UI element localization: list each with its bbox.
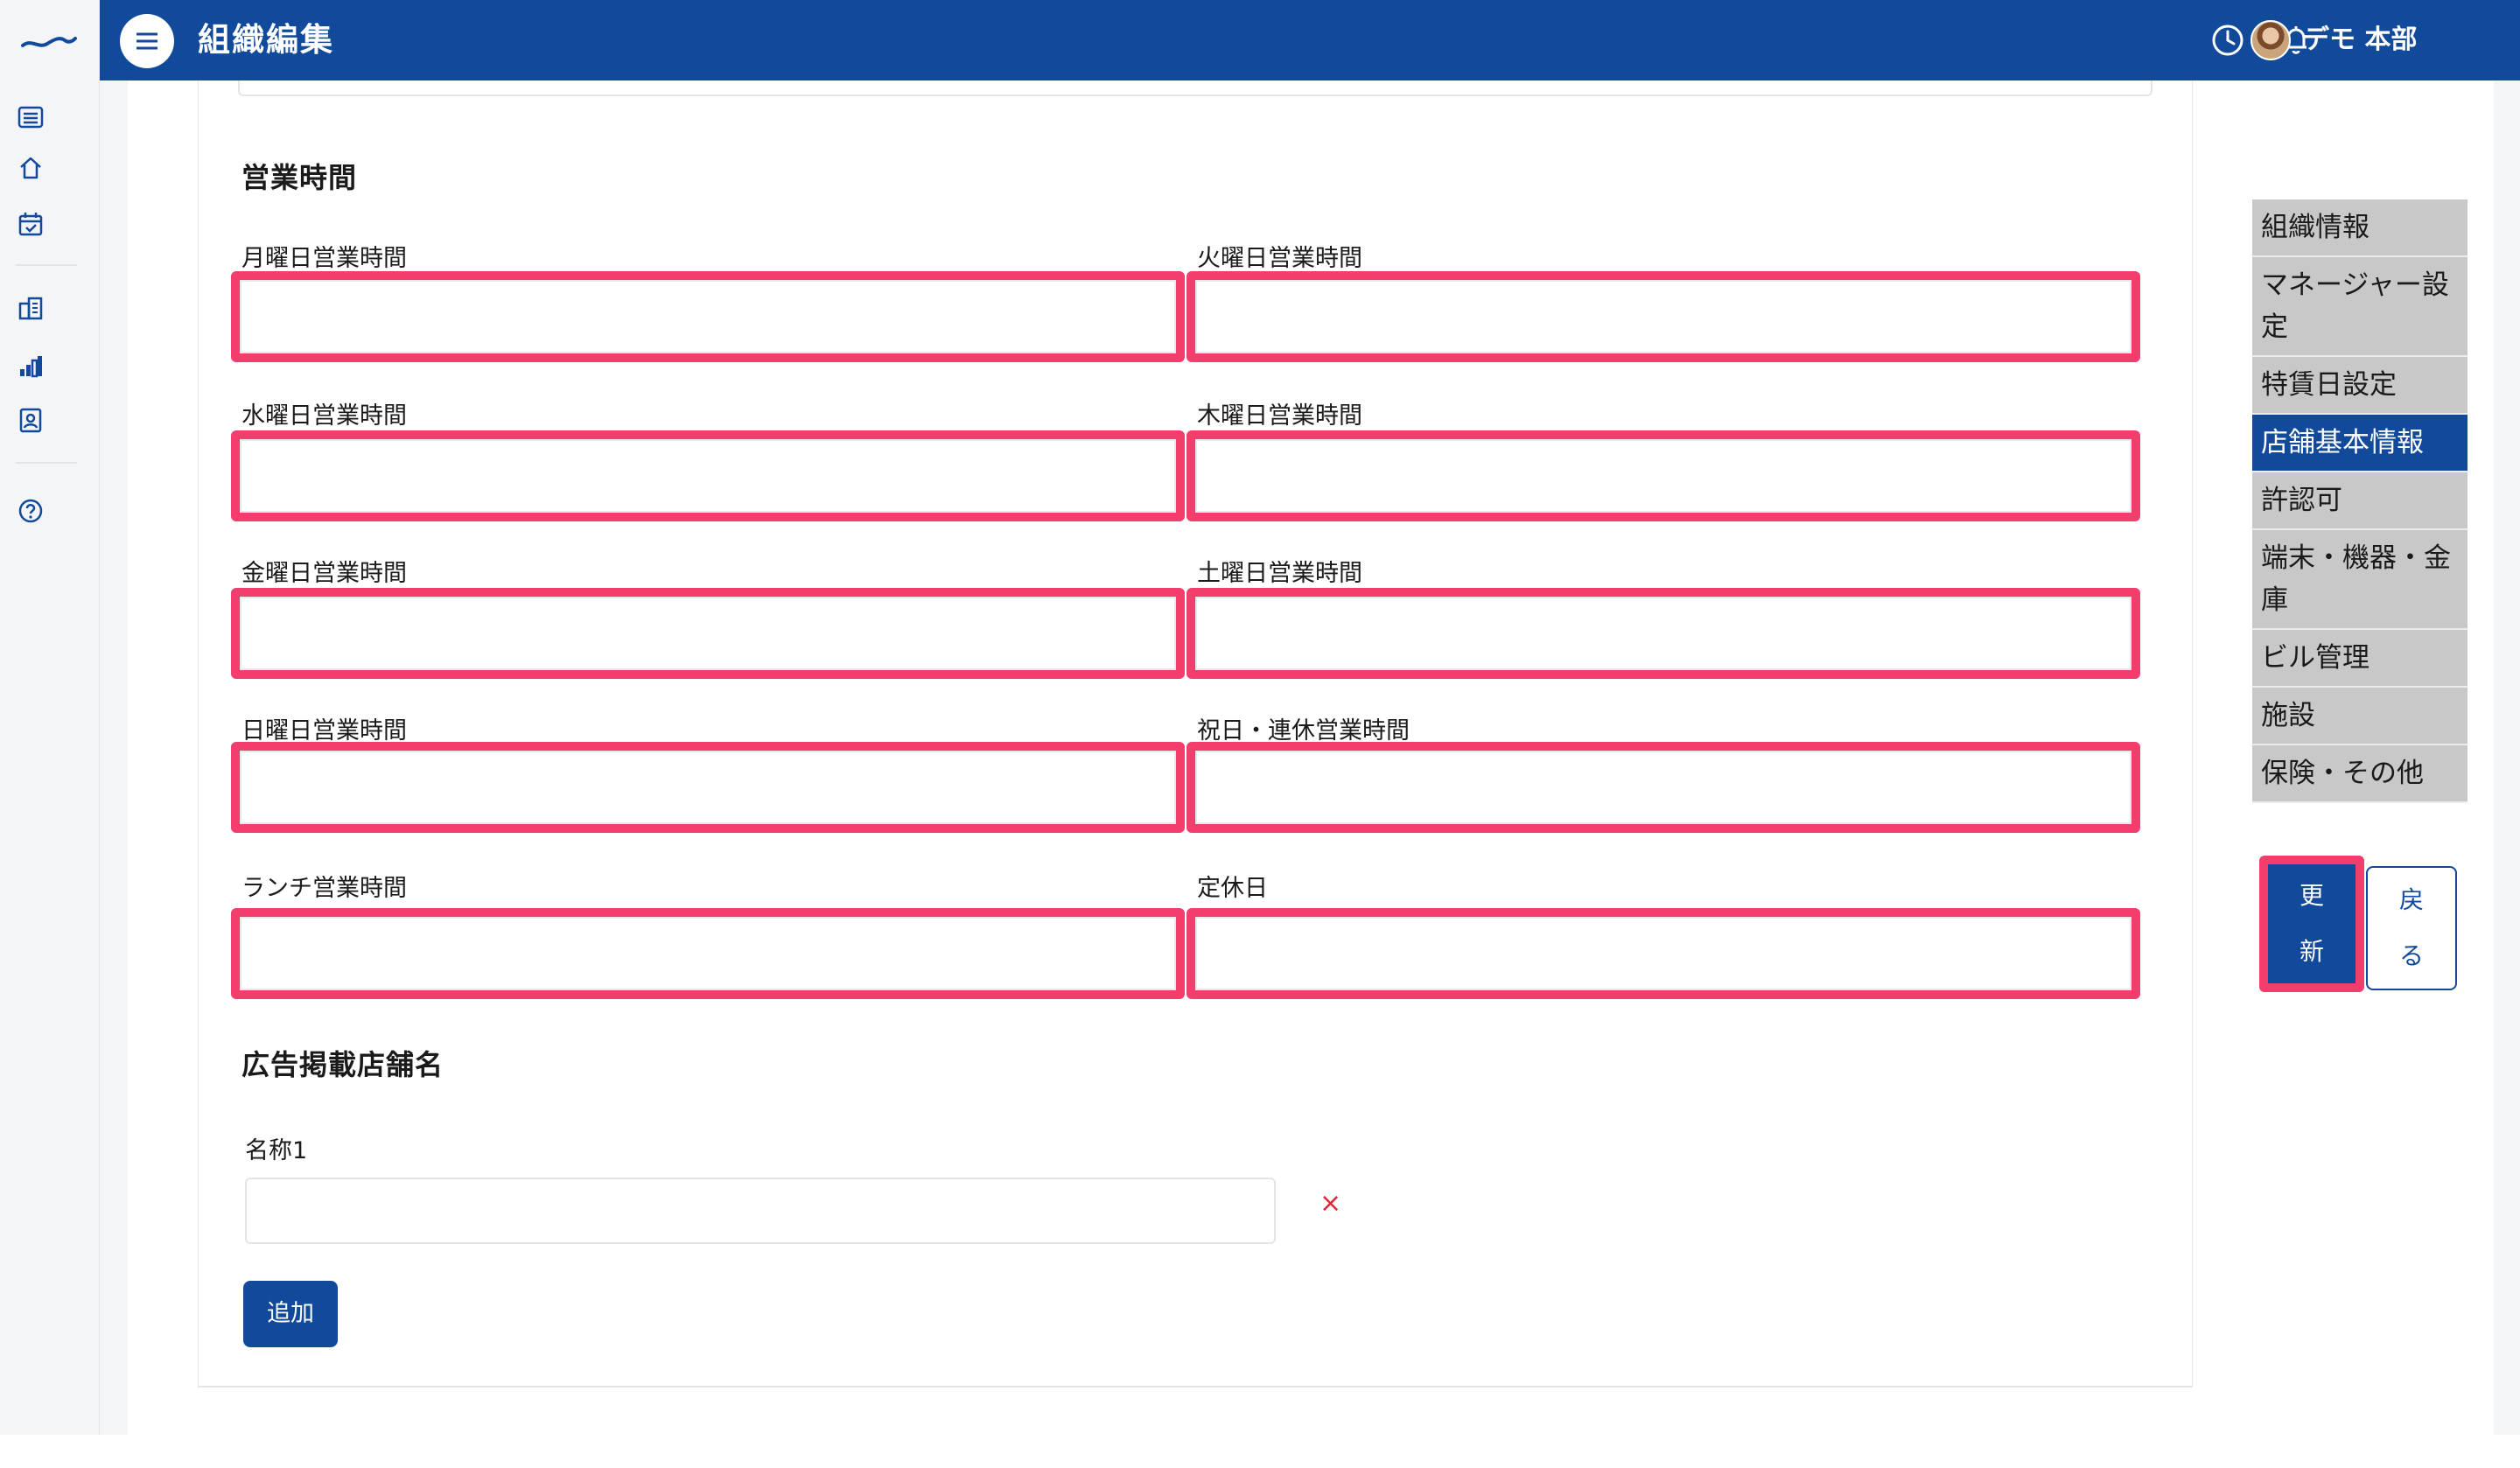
tuesday-hours-input[interactable] [1195,280,2132,353]
update-label-top: 更 [2299,881,2324,910]
previous-field-edge [238,80,2152,96]
section-title-business-hours: 営業時間 [242,161,358,194]
back-button[interactable]: 戻 る [2366,866,2457,990]
field-label: 定休日 [1197,875,1268,902]
friday-hours-input[interactable] [240,597,1176,670]
saturday-hours-field[interactable] [1186,588,2140,679]
avatar[interactable] [2250,20,2291,60]
holiday-hours-field[interactable] [1186,742,2140,833]
field-label: 木曜日営業時間 [1197,402,1362,430]
sunday-hours-input[interactable] [240,751,1176,824]
holiday-hours-input[interactable] [1195,751,2132,824]
id-card-icon[interactable] [15,404,46,436]
nav-item-facilities[interactable]: 施設 [2252,688,2468,745]
nav-item-insurance-other[interactable]: 保険・その他 [2252,745,2468,803]
store-name-input[interactable] [245,1178,1276,1244]
menu-button[interactable] [119,14,175,68]
nav-item-manager-settings[interactable]: マネージャー設定 [2252,257,2468,357]
rail-divider [16,462,77,464]
saturday-hours-input[interactable] [1195,597,2132,670]
lunch-hours-input[interactable] [240,917,1176,990]
thursday-hours-field[interactable] [1186,430,2140,521]
building-icon[interactable] [15,292,46,324]
nav-item-special-rate-days[interactable]: 特賃日設定 [2252,357,2468,415]
friday-hours-field[interactable] [231,588,1185,679]
wednesday-hours-field[interactable] [231,430,1185,521]
section-title-ad-store-name: 広告掲載店舗名 [242,1048,444,1081]
field-label: 土曜日営業時間 [1197,560,1362,587]
page-title: 組織編集 [198,21,334,59]
add-name-button[interactable]: 追加 [243,1281,338,1347]
section-nav: 組織情報 マネージャー設定 特賃日設定 店舗基本情報 許認可 端末・機器・金庫 … [2252,199,2468,803]
help-icon[interactable] [15,495,46,527]
monday-hours-input[interactable] [240,280,1176,353]
rail-divider [16,264,77,266]
field-label: 金曜日営業時間 [242,560,407,587]
left-rail [0,0,100,1435]
menu-icon [120,14,174,68]
field-label: 月曜日営業時間 [242,245,407,272]
app-header: 組織編集 デモ 本部 [100,0,2520,80]
home-icon[interactable] [15,152,46,184]
name-label: 名称1 [245,1137,308,1164]
field-label: 火曜日営業時間 [1197,245,1362,272]
back-label-top: 戻 [2398,885,2424,914]
bar-chart-icon[interactable] [15,350,46,381]
field-label: ランチ営業時間 [242,875,407,902]
sunday-hours-field[interactable] [231,742,1185,833]
user-name[interactable]: デモ 本部 [2303,21,2417,59]
update-label-bottom: 新 [2299,937,2324,966]
nav-item-store-basic-info[interactable]: 店舗基本情報 [2252,415,2468,472]
update-button[interactable]: 更 新 [2259,856,2364,992]
wednesday-hours-input[interactable] [240,439,1176,513]
page-bottom [0,1435,2520,1468]
calendar-check-icon[interactable] [15,208,46,240]
monday-hours-field[interactable] [231,271,1185,362]
tuesday-hours-field[interactable] [1186,271,2140,362]
nav-item-org-info[interactable]: 組織情報 [2252,199,2468,257]
list-icon[interactable] [15,101,46,133]
regular-holiday-input[interactable] [1195,917,2132,990]
nav-item-permits[interactable]: 許認可 [2252,472,2468,530]
thursday-hours-input[interactable] [1195,439,2132,513]
back-label-bottom: る [2398,941,2424,970]
nav-item-building[interactable]: ビル管理 [2252,630,2468,688]
field-label: 水曜日営業時間 [242,402,407,430]
regular-holiday-field[interactable] [1186,908,2140,999]
remove-name-button[interactable]: × [1320,1186,1341,1221]
nav-item-devices[interactable]: 端末・機器・金庫 [2252,530,2468,630]
logo-icon[interactable] [19,23,79,58]
clock-icon[interactable] [2208,21,2247,59]
lunch-hours-field[interactable] [231,908,1185,999]
